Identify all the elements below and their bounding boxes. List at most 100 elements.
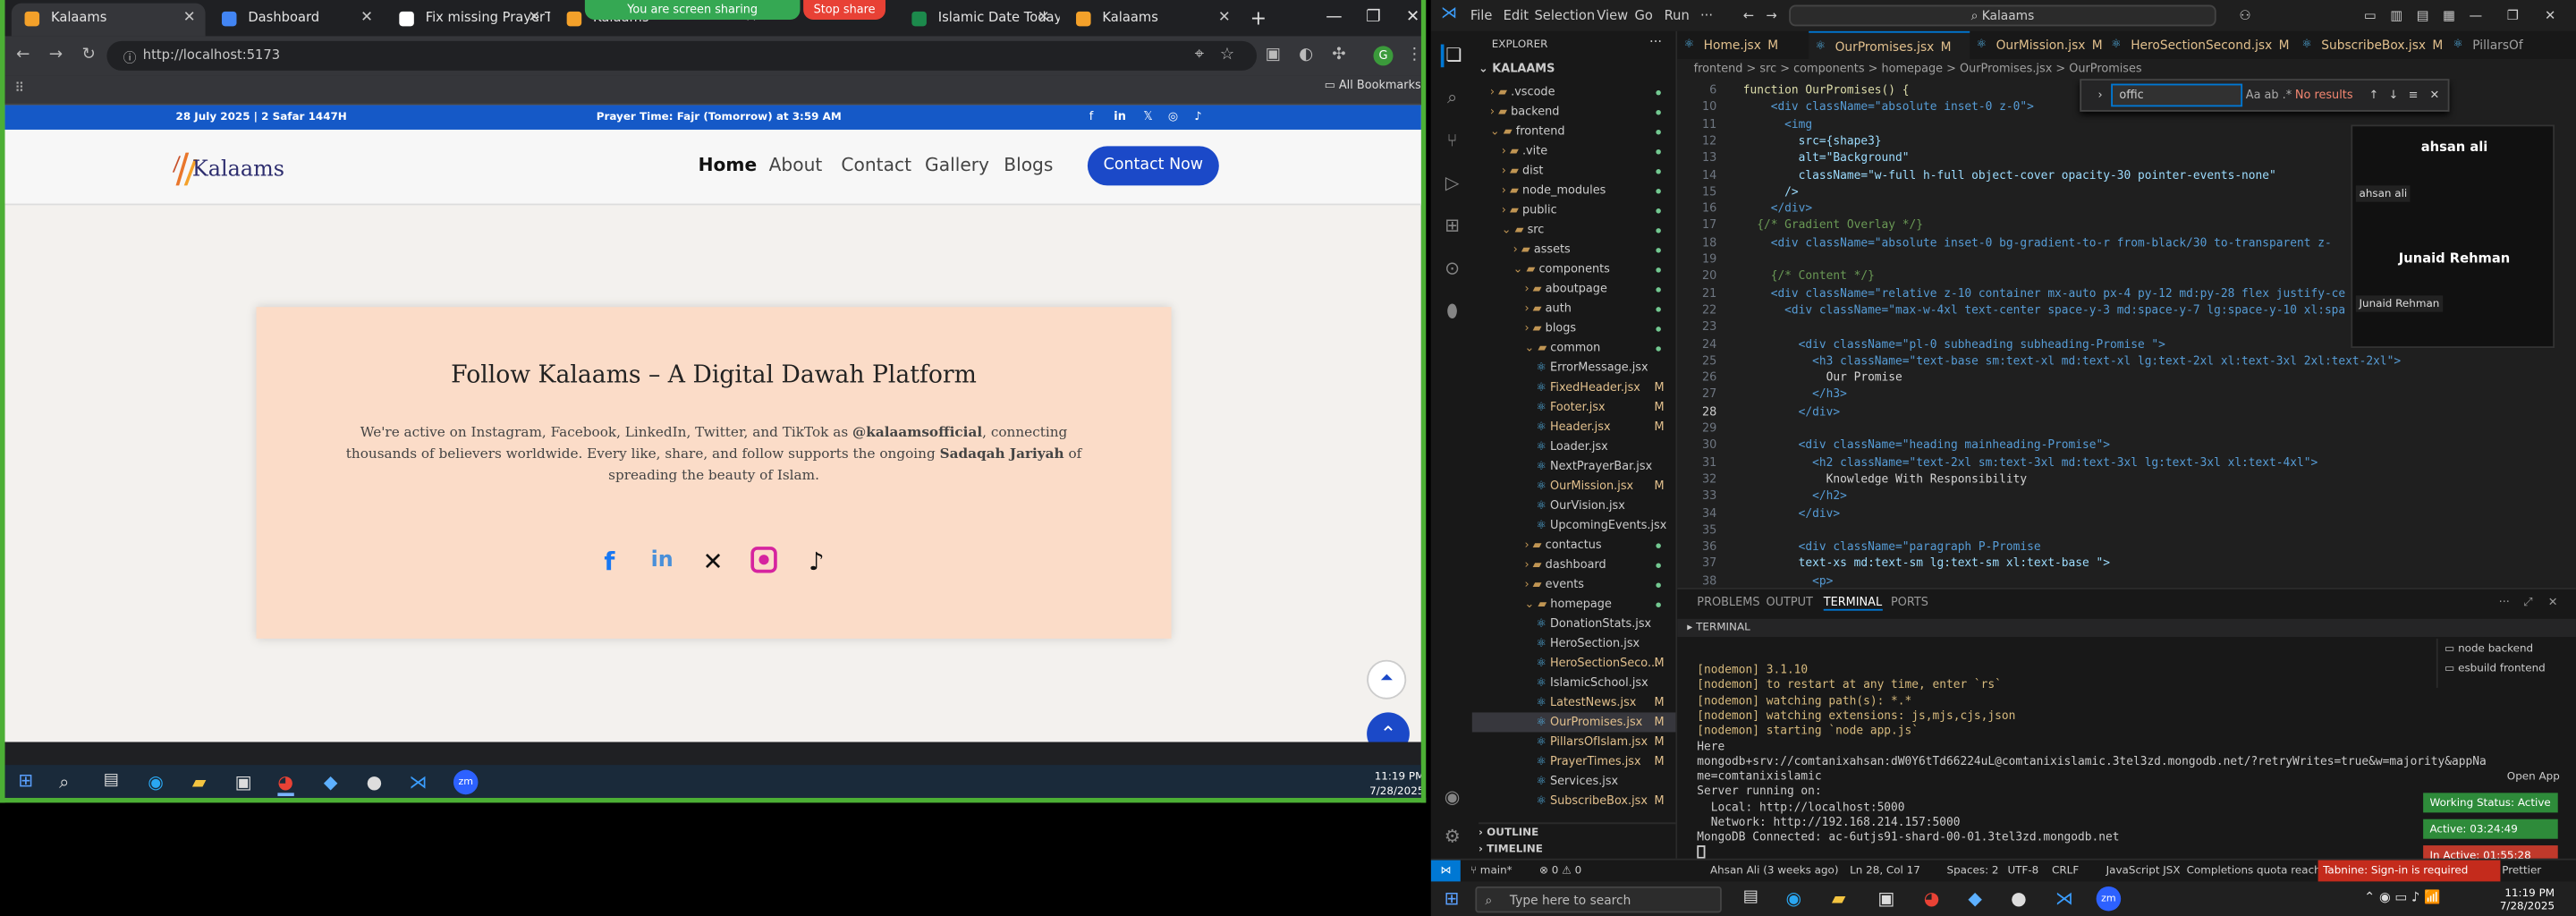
extensions-icon[interactable]: ⊞ [1441, 215, 1464, 238]
terminal-node-backend[interactable]: ▭ node backend [2445, 642, 2533, 656]
right-file-explorer-icon[interactable]: ▰ [1832, 888, 1846, 910]
remote-explorer-icon[interactable]: ⊙ [1441, 258, 1464, 281]
chrome-tab[interactable]: Dashboard ✕ [208, 4, 383, 37]
menu-file[interactable]: File [1470, 0, 1493, 31]
reload-icon[interactable]: ↻ [77, 45, 100, 68]
close-window-icon[interactable]: ✕ [1394, 5, 1420, 31]
tree-item[interactable]: ⚛ Footer.jsx M [1472, 397, 1676, 417]
task-view-icon[interactable]: ▤ [104, 771, 119, 789]
chrome-icon[interactable]: ◕ [277, 771, 294, 797]
status-eol[interactable]: CRLF [2052, 861, 2079, 882]
status-branch[interactable]: ⑂ main* [1470, 861, 1513, 882]
apps-grid-icon[interactable]: ⠿ [15, 81, 25, 96]
card-tiktok-icon[interactable]: ♪ [801, 547, 831, 576]
status-spaces[interactable]: Spaces: 2 [1946, 861, 1998, 882]
zoom-icon[interactable]: zm [453, 769, 479, 795]
editor-tab[interactable]: ⚛ Home.jsx M [1677, 31, 1809, 59]
tree-item[interactable]: ⚛ HeroSection.jsx [1472, 633, 1676, 653]
explorer-more-icon[interactable]: ··· [1649, 35, 1662, 50]
breadcrumb[interactable]: frontend > src > components > homepage >… [1677, 59, 2576, 80]
tree-item[interactable]: ⚛ PrayerTimes.jsx M [1472, 751, 1676, 771]
menu-go[interactable]: Go [1635, 0, 1653, 31]
timeline-section[interactable]: › TIMELINE [1479, 842, 1543, 855]
find-selection-icon[interactable]: ≡ [2409, 81, 2419, 110]
tree-item[interactable]: ⚛ OurMission.jsx M [1472, 476, 1676, 496]
source-control-icon[interactable]: ⑂ [1441, 130, 1464, 153]
accounts-icon[interactable]: ◉ [1441, 786, 1464, 810]
mongodb-icon[interactable]: ⬮ [1441, 301, 1464, 324]
tree-item[interactable]: ⚛ FixedHeader.jsx M [1472, 377, 1676, 397]
vs-minimize-icon[interactable]: — [2470, 0, 2483, 31]
tree-item[interactable]: ⌄ ▰ common [1472, 338, 1676, 358]
location-icon[interactable]: ⌖ [1188, 45, 1211, 68]
tree-item[interactable]: › ▰ assets [1472, 240, 1676, 259]
nav-about[interactable]: About [769, 154, 823, 175]
nav-forward-icon[interactable]: → [1766, 0, 1776, 31]
back-icon[interactable]: ← [12, 45, 35, 68]
puzzle-icon[interactable]: ✣ [1327, 45, 1351, 68]
tree-item[interactable]: ⚛ PillarsOfIslam.jsx M [1472, 732, 1676, 751]
status-quota[interactable]: Completions quota reached [2187, 861, 2334, 882]
panel-tab-output[interactable]: OUTPUT [1766, 596, 1812, 609]
explorer-icon[interactable]: ❏ [1440, 44, 1464, 68]
terminal-output[interactable]: [nodemon] 3.1.10 [nodemon] to restart at … [1677, 663, 2486, 860]
status-tabnine[interactable]: Tabnine: Sign-in is required [2318, 860, 2501, 882]
panel-maximize-icon[interactable]: ⤢ [2523, 596, 2532, 611]
panel-more-icon[interactable]: ··· [2499, 596, 2510, 609]
tree-item[interactable]: ⚛ Services.jsx [1472, 771, 1676, 791]
vs-maximize-icon[interactable]: ❐ [2507, 0, 2519, 31]
outline-section[interactable]: › OUTLINE [1479, 822, 1676, 839]
taskbar-search-input[interactable]: ⌕ Type here to search [1475, 886, 1722, 913]
find-input[interactable]: offic [2111, 83, 2243, 107]
tree-item[interactable]: › ▰ auth [1472, 299, 1676, 318]
tree-item[interactable]: ⚛ HeroSectionSeco... M [1472, 653, 1676, 673]
manage-gear-icon[interactable]: ⚙ [1441, 826, 1464, 849]
find-next-icon[interactable]: ↓ [2389, 81, 2399, 110]
panel-tab-problems[interactable]: PROBLEMS [1697, 596, 1759, 609]
nav-blogs[interactable]: Blogs [1004, 154, 1053, 175]
panel-tab-terminal[interactable]: TERMINAL [1823, 596, 1883, 611]
profile-avatar[interactable]: G [1373, 46, 1394, 66]
right-task-view-icon[interactable]: ▤ [1743, 888, 1758, 906]
right-edge-icon[interactable]: ◉ [1785, 888, 1801, 910]
workspace-root[interactable]: ⌄ KALAAMS [1479, 63, 1555, 76]
nav-contact[interactable]: Contact [841, 154, 911, 175]
tree-item[interactable]: ⚛ Header.jsx M [1472, 417, 1676, 437]
menu-run[interactable]: Run [1665, 0, 1690, 31]
tree-item[interactable]: ⚛ NextPrayerBar.jsx [1472, 456, 1676, 476]
site-info-icon[interactable]: ⓘ [118, 47, 141, 71]
tab-close-icon[interactable]: ✕ [360, 4, 373, 33]
status-prettier[interactable]: Prettier [2502, 861, 2541, 882]
status-blame[interactable]: Ahsan Ali (3 weeks ago) [1710, 861, 1839, 882]
windows-start-icon[interactable]: ⊞ [18, 771, 34, 789]
panel-toggle-icon[interactable]: ▤ [2417, 0, 2429, 31]
tree-item[interactable]: › ▰ node_modules [1472, 181, 1676, 200]
card-linkedin-icon[interactable]: in [648, 547, 677, 576]
forward-icon[interactable]: → [45, 45, 68, 68]
search-view-icon[interactable]: ⌕ [1441, 87, 1464, 110]
menu-edit[interactable]: Edit [1504, 0, 1529, 31]
minimize-icon[interactable]: — [1316, 5, 1352, 31]
status-encoding[interactable]: UTF-8 [2007, 861, 2038, 882]
tree-item[interactable]: › ▰ backend [1472, 102, 1676, 122]
tree-item[interactable]: › ▰ contactus [1472, 535, 1676, 555]
tree-item[interactable]: ⚛ DonationStats.jsx [1472, 614, 1676, 633]
extension-icon[interactable]: ▣ [1262, 45, 1285, 68]
github-icon[interactable]: ● [367, 771, 383, 793]
right-store-icon[interactable]: ▣ [1877, 888, 1894, 910]
right-windows-start-icon[interactable]: ⊞ [1444, 888, 1459, 910]
menu-selection[interactable]: Selection [1534, 0, 1595, 31]
tree-item[interactable]: ⚛ UpcomingEvents.jsx [1472, 515, 1676, 535]
tree-item[interactable]: ⚛ Loader.jsx [1472, 437, 1676, 456]
tree-item[interactable]: › ▰ dashboard [1472, 555, 1676, 574]
stop-share-button[interactable]: Stop share [803, 0, 886, 21]
status-cursor-position[interactable]: Ln 28, Col 17 [1850, 861, 1920, 882]
tree-item[interactable]: › ▰ aboutpage [1472, 279, 1676, 299]
menu-view[interactable]: View [1597, 0, 1628, 31]
tree-item[interactable]: › ▰ dist [1472, 161, 1676, 181]
scroll-top-outline-button[interactable]: ⏶ [1367, 659, 1407, 700]
tree-item[interactable]: ⚛ LatestNews.jsx M [1472, 692, 1676, 712]
tree-item[interactable]: › ▰ .vscode [1472, 82, 1676, 102]
right-github-icon[interactable]: ● [2011, 888, 2027, 910]
terminal-esbuild-frontend[interactable]: ▭ esbuild frontend [2445, 662, 2546, 675]
